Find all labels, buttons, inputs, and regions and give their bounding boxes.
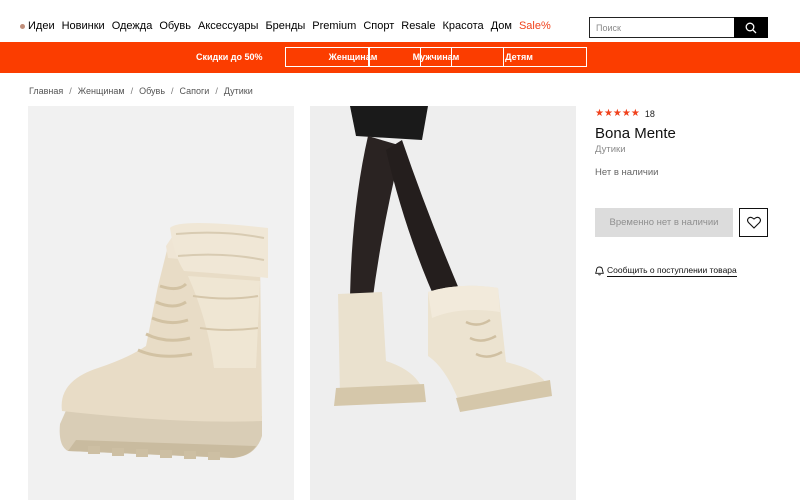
notify-when-available-link[interactable]: Сообщить о поступлении товара — [595, 265, 737, 277]
model-legs-illustration — [334, 106, 552, 412]
product-rating[interactable]: ★★★★★ 18 — [595, 108, 655, 119]
stock-status: Нет в наличии — [595, 167, 659, 178]
nav-dot-icon — [20, 23, 25, 29]
search-button[interactable] — [734, 17, 768, 38]
nav-item-shoes[interactable]: Обувь — [159, 20, 191, 32]
nav-item-resale[interactable]: Resale — [401, 20, 435, 32]
breadcrumb-shoes[interactable]: Обувь — [139, 86, 165, 96]
nav-item-home[interactable]: Дом — [491, 20, 512, 32]
nav-item-sport[interactable]: Спорт — [363, 20, 394, 32]
band-button-kids[interactable]: Детям — [451, 47, 587, 67]
breadcrumb-separator: / — [130, 86, 134, 96]
nav-item-sale[interactable]: Sale% — [519, 20, 551, 32]
nav-item-clothing[interactable]: Одежда — [112, 20, 153, 32]
notify-label: Сообщить о поступлении товара — [607, 265, 737, 277]
bell-icon — [595, 266, 604, 276]
breadcrumb-separator: / — [171, 86, 174, 96]
nav-list: Идеи Новинки Одежда Обувь Аксессуары Бре… — [20, 20, 558, 32]
breadcrumb-separator: / — [215, 86, 218, 96]
search-icon — [745, 22, 757, 33]
breadcrumb-boots[interactable]: Сапоги — [180, 86, 210, 96]
nav-item-premium[interactable]: Premium — [312, 20, 356, 32]
nav-item-beauty[interactable]: Красота — [443, 20, 484, 32]
product-brand[interactable]: Bona Mente — [595, 125, 676, 142]
breadcrumb-home[interactable]: Главная — [29, 86, 63, 96]
temporarily-unavailable-button: Временно нет в наличии — [595, 208, 733, 237]
promo-band: Скидки до 50% Женщинам Мужчинам Детям — [0, 42, 800, 73]
promo-discount-link[interactable]: Скидки до 50% — [196, 52, 263, 62]
heart-icon — [746, 216, 761, 229]
search-input[interactable] — [589, 17, 734, 38]
breadcrumb-puffer-boots[interactable]: Дутики — [224, 86, 253, 96]
rating-count: 18 — [644, 108, 655, 119]
breadcrumb: Главная / Женщинам / Обувь / Сапоги / Ду… — [29, 86, 253, 96]
nav-item-ideas[interactable]: Идеи — [28, 20, 55, 32]
nav-item-accessories[interactable]: Аксессуары — [198, 20, 258, 32]
nav-item-new[interactable]: Новинки — [62, 20, 105, 32]
boot-illustration — [59, 223, 268, 460]
product-photo-main[interactable] — [28, 106, 294, 500]
nav-item-brands[interactable]: Бренды — [265, 20, 305, 32]
breadcrumb-women[interactable]: Женщинам — [78, 86, 125, 96]
add-to-favorites-button[interactable] — [739, 208, 768, 237]
search-bar — [589, 17, 768, 38]
product-photo-worn[interactable] — [310, 106, 576, 500]
top-navigation: Идеи Новинки Одежда Обувь Аксессуары Бре… — [0, 0, 800, 42]
product-category: Дутики — [595, 144, 626, 155]
rating-stars-icon: ★★★★★ — [595, 108, 640, 119]
breadcrumb-separator: / — [69, 86, 72, 96]
